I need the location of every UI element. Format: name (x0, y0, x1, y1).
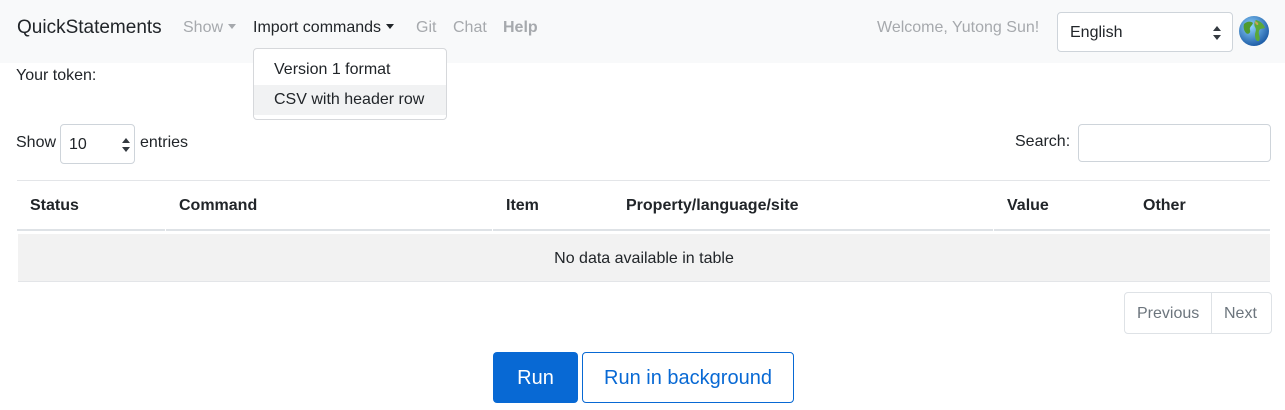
column-header-status[interactable]: Status (17, 181, 165, 231)
entries-value: 10 (69, 136, 87, 153)
run-button[interactable]: Run (493, 352, 578, 403)
language-select[interactable]: English (1057, 12, 1233, 52)
import-commands-menu: Version 1 format CSV with header row (253, 48, 447, 120)
brand-link[interactable]: QuickStatements (17, 17, 162, 39)
nav-chat-link[interactable]: Chat (453, 19, 487, 37)
nav-import-label: Import commands (253, 19, 382, 36)
select-arrows-icon (1213, 26, 1221, 40)
column-header-value[interactable]: Value (994, 181, 1130, 231)
table-header-row: Status Command Item Property/language/si… (17, 180, 1270, 231)
run-in-background-button[interactable]: Run in background (582, 352, 794, 403)
show-label: Show (16, 134, 57, 151)
navbar: QuickStatements Show Import commands Git… (0, 0, 1285, 63)
entries-label: entries (140, 134, 189, 151)
next-page-button[interactable]: Next (1212, 292, 1272, 334)
nav-show-label: Show (183, 19, 224, 36)
globe-icon[interactable] (1238, 15, 1270, 47)
entries-per-page-select[interactable]: 10 (60, 124, 135, 164)
caret-down-icon (386, 24, 395, 29)
nav-show-dropdown[interactable]: Show (183, 19, 237, 37)
previous-page-button[interactable]: Previous (1124, 292, 1212, 334)
select-arrows-icon (122, 138, 130, 152)
column-header-other[interactable]: Other (1130, 181, 1270, 231)
search-input[interactable] (1078, 124, 1271, 162)
caret-down-icon (228, 24, 237, 29)
token-label: Your token: (16, 67, 97, 84)
nav-git-link[interactable]: Git (416, 19, 436, 37)
nav-help-link[interactable]: Help (503, 19, 538, 37)
welcome-text: Welcome, Yutong Sun! (877, 19, 1040, 36)
nav-import-commands-dropdown[interactable]: Import commands (253, 19, 395, 37)
language-selected-value: English (1070, 24, 1123, 41)
column-header-item[interactable]: Item (493, 181, 613, 231)
commands-table: Status Command Item Property/language/si… (17, 180, 1270, 282)
menu-item-version1-format[interactable]: Version 1 format (254, 55, 446, 85)
menu-item-csv-header-row[interactable]: CSV with header row (254, 85, 446, 115)
column-header-property[interactable]: Property/language/site (613, 181, 993, 231)
column-header-command[interactable]: Command (166, 181, 492, 231)
empty-table-message: No data available in table (18, 234, 1270, 282)
pagination: Previous Next (1124, 292, 1272, 334)
search-label: Search: (1015, 133, 1071, 150)
